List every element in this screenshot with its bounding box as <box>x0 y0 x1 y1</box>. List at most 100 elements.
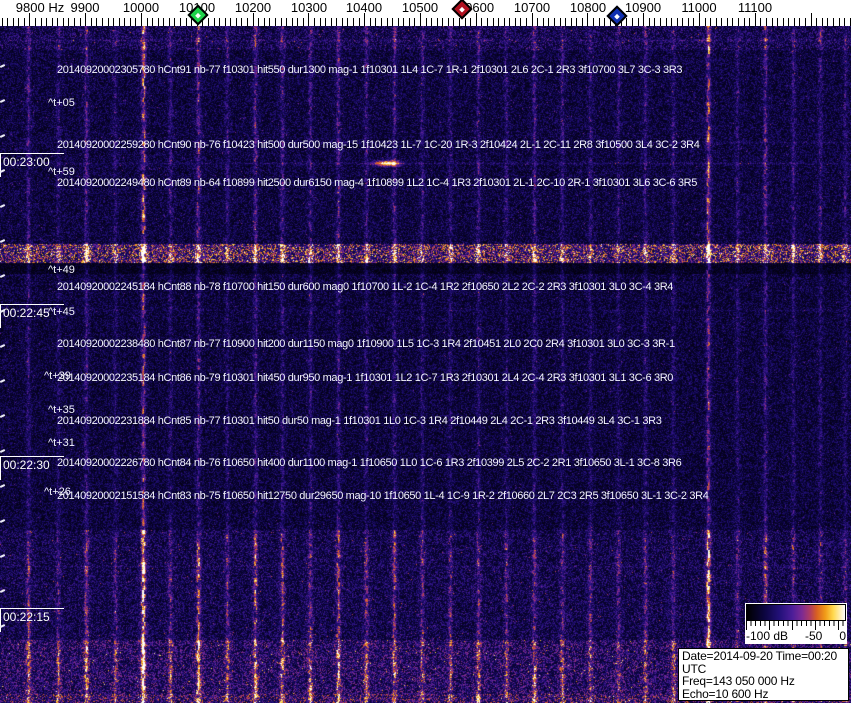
axis-frequency-label: 10000 <box>122 0 160 15</box>
axis-minor-tick <box>592 18 594 26</box>
axis-minor-tick <box>408 18 410 26</box>
axis-frequency-label: 10500 <box>401 0 439 15</box>
axis-minor-tick <box>274 18 276 26</box>
axis-minor-tick <box>721 18 723 26</box>
axis-minor-tick <box>509 18 511 26</box>
axis-minor-tick <box>297 18 299 26</box>
axis-minor-tick <box>765 18 767 26</box>
axis-minor-tick <box>386 18 388 26</box>
axis-frequency-label: 10800 <box>569 0 607 15</box>
axis-minor-tick <box>486 18 488 26</box>
axis-minor-tick <box>213 18 215 26</box>
axis-minor-tick <box>325 18 327 26</box>
axis-minor-tick <box>263 18 265 26</box>
axis-minor-tick <box>676 18 678 26</box>
detection-log-line: 20140920002245184 hCnt88 nb-78 f10700 hi… <box>57 281 674 293</box>
axis-minor-tick <box>347 18 349 26</box>
axis-minor-tick <box>565 18 567 26</box>
axis-minor-tick <box>431 18 433 26</box>
axis-minor-tick <box>788 18 790 26</box>
axis-minor-tick <box>1 18 3 26</box>
info-date-time: Date=2014-09-20 Time=00:20 UTC <box>682 649 837 676</box>
axis-minor-tick <box>732 18 734 26</box>
axis-minor-tick <box>330 18 332 26</box>
db-scale-ticks <box>746 621 846 630</box>
axis-minor-tick <box>498 18 500 26</box>
axis-minor-tick <box>827 18 829 26</box>
axis-frequency-label: 9900 <box>70 0 100 15</box>
db-gradient-bar <box>746 604 846 621</box>
detection-log-line: 20140920002249480 hCnt89 nb-64 f10899 hi… <box>57 177 698 189</box>
detection-log-line: 20140920002235184 hCnt86 nb-79 f10301 hi… <box>57 372 674 384</box>
time-offset-mark: ^t+05 <box>48 97 75 109</box>
axis-minor-tick <box>793 18 795 26</box>
axis-minor-tick <box>559 18 561 26</box>
axis-minor-tick <box>821 18 823 26</box>
axis-minor-tick <box>771 18 773 26</box>
axis-minor-tick <box>336 18 338 26</box>
axis-minor-tick <box>414 18 416 26</box>
axis-minor-tick <box>46 18 48 26</box>
axis-minor-tick <box>380 18 382 26</box>
axis-minor-tick <box>548 18 550 26</box>
axis-frequency-label: 10300 <box>290 0 328 15</box>
axis-minor-tick <box>269 18 271 26</box>
axis-frequency-label: 10900 <box>624 0 662 15</box>
detection-log-line: 20140920002231884 hCnt85 nb-77 f10301 hi… <box>57 415 662 427</box>
axis-minor-tick <box>79 18 81 26</box>
axis-minor-tick <box>632 18 634 26</box>
axis-minor-tick <box>51 18 53 26</box>
axis-frequency-label: 9800 Hz <box>15 0 65 15</box>
axis-minor-tick <box>659 18 661 26</box>
axis-minor-tick <box>12 18 14 26</box>
axis-frequency-label: 10400 <box>345 0 383 15</box>
axis-minor-tick <box>23 18 25 26</box>
axis-minor-tick <box>464 18 466 26</box>
db-color-scale: -100 dB -50 0 <box>745 603 847 644</box>
axis-minor-tick <box>453 18 455 26</box>
timestamp-label: 00:23:00 <box>0 153 64 177</box>
status-info-box: Date=2014-09-20 Time=00:20 UTC Freq=143 … <box>678 648 849 703</box>
axis-minor-tick <box>341 18 343 26</box>
detection-log-line: 20140920002305780 hCnt91 nb-77 f10301 hi… <box>57 64 683 76</box>
axis-minor-tick <box>654 18 656 26</box>
axis-minor-tick <box>124 18 126 26</box>
axis-minor-tick <box>313 18 315 26</box>
axis-minor-tick <box>492 18 494 26</box>
axis-minor-tick <box>436 18 438 26</box>
axis-minor-tick <box>74 18 76 26</box>
axis-minor-tick <box>760 18 762 26</box>
axis-minor-tick <box>224 18 226 26</box>
axis-minor-tick <box>687 18 689 26</box>
axis-minor-tick <box>90 18 92 26</box>
axis-minor-tick <box>704 18 706 26</box>
time-offset-mark: ^t+31 <box>48 437 75 449</box>
axis-minor-tick <box>34 18 36 26</box>
axis-minor-tick <box>816 18 818 26</box>
timestamp-label: 00:22:15 <box>0 608 64 632</box>
axis-minor-tick <box>542 18 544 26</box>
axis-frequency-label: 10200 <box>234 0 272 15</box>
axis-minor-tick <box>503 18 505 26</box>
axis-minor-tick <box>68 18 70 26</box>
axis-minor-tick <box>838 18 840 26</box>
axis-minor-tick <box>101 18 103 26</box>
axis-minor-tick <box>302 18 304 26</box>
axis-minor-tick <box>576 18 578 26</box>
axis-minor-tick <box>749 18 751 26</box>
axis-minor-tick <box>710 18 712 26</box>
axis-minor-tick <box>392 18 394 26</box>
axis-minor-tick <box>598 18 600 26</box>
axis-minor-tick <box>832 18 834 26</box>
axis-minor-tick <box>648 18 650 26</box>
spectrogram-waterfall <box>0 26 851 703</box>
axis-minor-tick <box>782 18 784 26</box>
detection-log-line: 20140920002238480 hCnt87 nb-77 f10900 hi… <box>57 338 675 350</box>
detection-log-line: 20140920002151584 hCnt83 nb-75 f10650 hi… <box>57 490 709 502</box>
axis-minor-tick <box>520 18 522 26</box>
db-label-mid: -50 <box>805 629 823 643</box>
axis-minor-tick <box>146 18 148 26</box>
info-echo-frequency: Echo=10 600 Hz <box>682 687 769 702</box>
db-label-max: 0 <box>839 629 846 643</box>
axis-minor-tick <box>207 18 209 26</box>
